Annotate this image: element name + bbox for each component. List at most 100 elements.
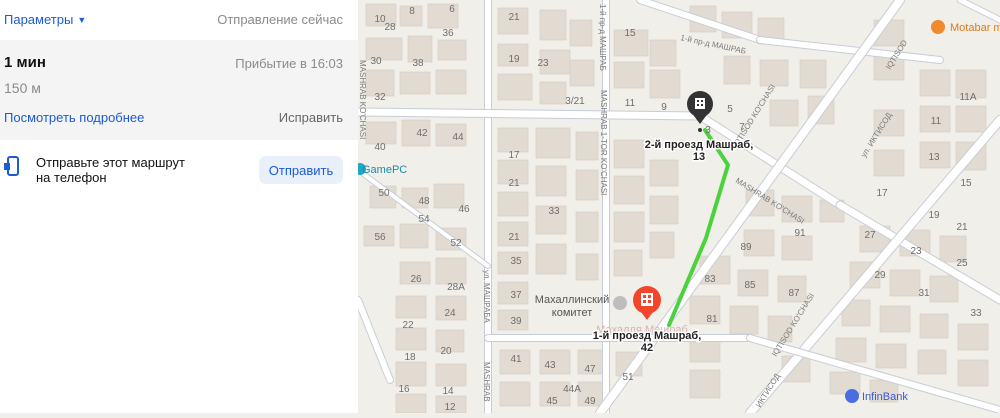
house-number: 50	[378, 188, 390, 199]
arrival-time: Прибытие в 16:03	[235, 56, 343, 71]
house-number: 42	[416, 128, 428, 139]
house-number: 20	[440, 346, 452, 357]
house-number: 37	[510, 290, 522, 301]
poi-infinbank[interactable]: InfinBank	[845, 389, 908, 403]
map-view[interactable]: 1-й пр-д МАШРАБ MASHRAB KO'CHASI MASHRAB…	[353, 0, 1000, 418]
house-number: 19	[928, 210, 940, 221]
house-number: 51	[622, 372, 634, 383]
house-number: 11	[931, 116, 942, 127]
house-number: 30	[370, 56, 382, 67]
house-number: 23	[537, 58, 549, 69]
poi-label: InfinBank	[862, 391, 908, 403]
chevron-down-icon: ▼	[77, 15, 87, 25]
house-number: 44A	[563, 384, 581, 395]
house-number: 31	[918, 288, 930, 299]
house-number: 29	[874, 270, 886, 281]
house-number: 3	[705, 125, 711, 136]
house-number: 18	[404, 352, 416, 363]
send-to-phone: Отправьте этот маршрут на телефон Отправ…	[0, 140, 358, 200]
start-label-line2: 13	[693, 151, 705, 163]
house-number: 9	[661, 102, 667, 113]
street-label: MASHRAB	[482, 362, 491, 402]
house-number: 17	[508, 150, 520, 161]
house-number: 14	[442, 386, 454, 397]
house-number: 21	[508, 232, 520, 243]
poi-label: Махаллинский	[535, 294, 610, 306]
finish-label-line1: 1-й проезд Машраб,	[593, 330, 702, 342]
house-number: 39	[510, 316, 522, 327]
house-number: 32	[374, 92, 386, 103]
house-number: 12	[444, 402, 456, 413]
house-number: 33	[548, 206, 560, 217]
poi-motabar[interactable]: Motabar mebel	[931, 20, 1000, 34]
house-number: 28	[384, 22, 396, 33]
departure-time[interactable]: Отправление сейчас	[217, 12, 343, 27]
house-number: 8	[409, 6, 415, 17]
route-summary[interactable]: 1 мин Прибытие в 16:03 150 м Посмотреть …	[0, 40, 358, 140]
house-number: 24	[444, 308, 456, 319]
house-number: 17	[876, 188, 888, 199]
house-number: 15	[960, 178, 972, 189]
parameters-dropdown[interactable]: Параметры ▼	[4, 12, 86, 27]
panel-header: Параметры ▼ Отправление сейчас	[0, 0, 358, 40]
house-number: 89	[740, 242, 752, 253]
house-number: 47	[584, 364, 596, 375]
house-number: 83	[704, 274, 716, 285]
house-number: 45	[546, 396, 558, 407]
house-number: 22	[402, 320, 414, 331]
street-label: ул. МАШРАБА	[482, 270, 491, 323]
house-number: 81	[706, 314, 718, 325]
house-number: 43	[544, 360, 556, 371]
house-number: 23	[910, 246, 922, 257]
finish-label-line2: 42	[641, 342, 653, 354]
route-panel: Параметры ▼ Отправление сейчас 1 мин Приб…	[0, 0, 358, 413]
house-number: 5	[727, 104, 733, 115]
street-label: MASHRAB 1-TOR KO'CHASI	[599, 90, 608, 195]
house-number: 10	[374, 14, 386, 25]
house-number: 56	[374, 232, 386, 243]
house-number: 21	[508, 178, 520, 189]
house-number: 19	[508, 54, 520, 65]
poi-label: Motabar mebel	[950, 22, 1000, 34]
house-number: 46	[458, 204, 470, 215]
street-label: MASHRAB KO'CHASI	[358, 60, 367, 139]
poi-gamepc[interactable]: GamePC	[354, 163, 407, 176]
house-number: 41	[510, 354, 522, 365]
house-number: 35	[510, 256, 522, 267]
house-number: 85	[744, 280, 756, 291]
send-text: Отправьте этот маршрут на телефон	[36, 155, 185, 185]
house-number: 52	[450, 238, 462, 249]
poi-label: комитет	[552, 307, 592, 319]
poi-label: GamePC	[362, 164, 407, 176]
house-number: 16	[398, 384, 410, 395]
send-button[interactable]: Отправить	[259, 156, 343, 184]
house-number: 91	[794, 228, 806, 239]
house-number: 40	[374, 142, 386, 153]
house-number: 36	[442, 28, 454, 39]
details-link[interactable]: Посмотреть подробнее	[4, 110, 144, 125]
house-number: 49	[584, 396, 596, 407]
house-number: 87	[788, 288, 800, 299]
phone-icon	[4, 156, 19, 176]
house-number: 7	[739, 122, 745, 133]
house-number: 11	[625, 98, 636, 109]
house-number: 3/21	[565, 96, 585, 107]
house-number: 11A	[959, 92, 976, 103]
street-label: 1-й пр-д МАШРАБ	[598, 4, 607, 71]
house-number: 6	[449, 4, 455, 15]
parameters-label: Параметры	[4, 12, 74, 27]
house-number: 21	[956, 222, 968, 233]
route-distance: 150 м	[4, 80, 41, 96]
fix-link[interactable]: Исправить	[279, 110, 343, 125]
house-number: 28A	[447, 282, 465, 293]
send-text-line1: Отправьте этот маршрут	[36, 155, 185, 170]
send-text-line2: на телефон	[36, 170, 107, 185]
map-canvas[interactable]: 1-й пр-д МАШРАБ MASHRAB KO'CHASI MASHRAB…	[353, 0, 1000, 418]
house-number: 15	[624, 28, 636, 39]
start-label-line1: 2-й проезд Машраб,	[645, 139, 754, 151]
house-number: 25	[956, 258, 968, 269]
house-number: 38	[412, 58, 424, 69]
route-duration: 1 мин	[4, 54, 46, 71]
house-number: 44	[452, 132, 464, 143]
house-number: 26	[410, 274, 422, 285]
